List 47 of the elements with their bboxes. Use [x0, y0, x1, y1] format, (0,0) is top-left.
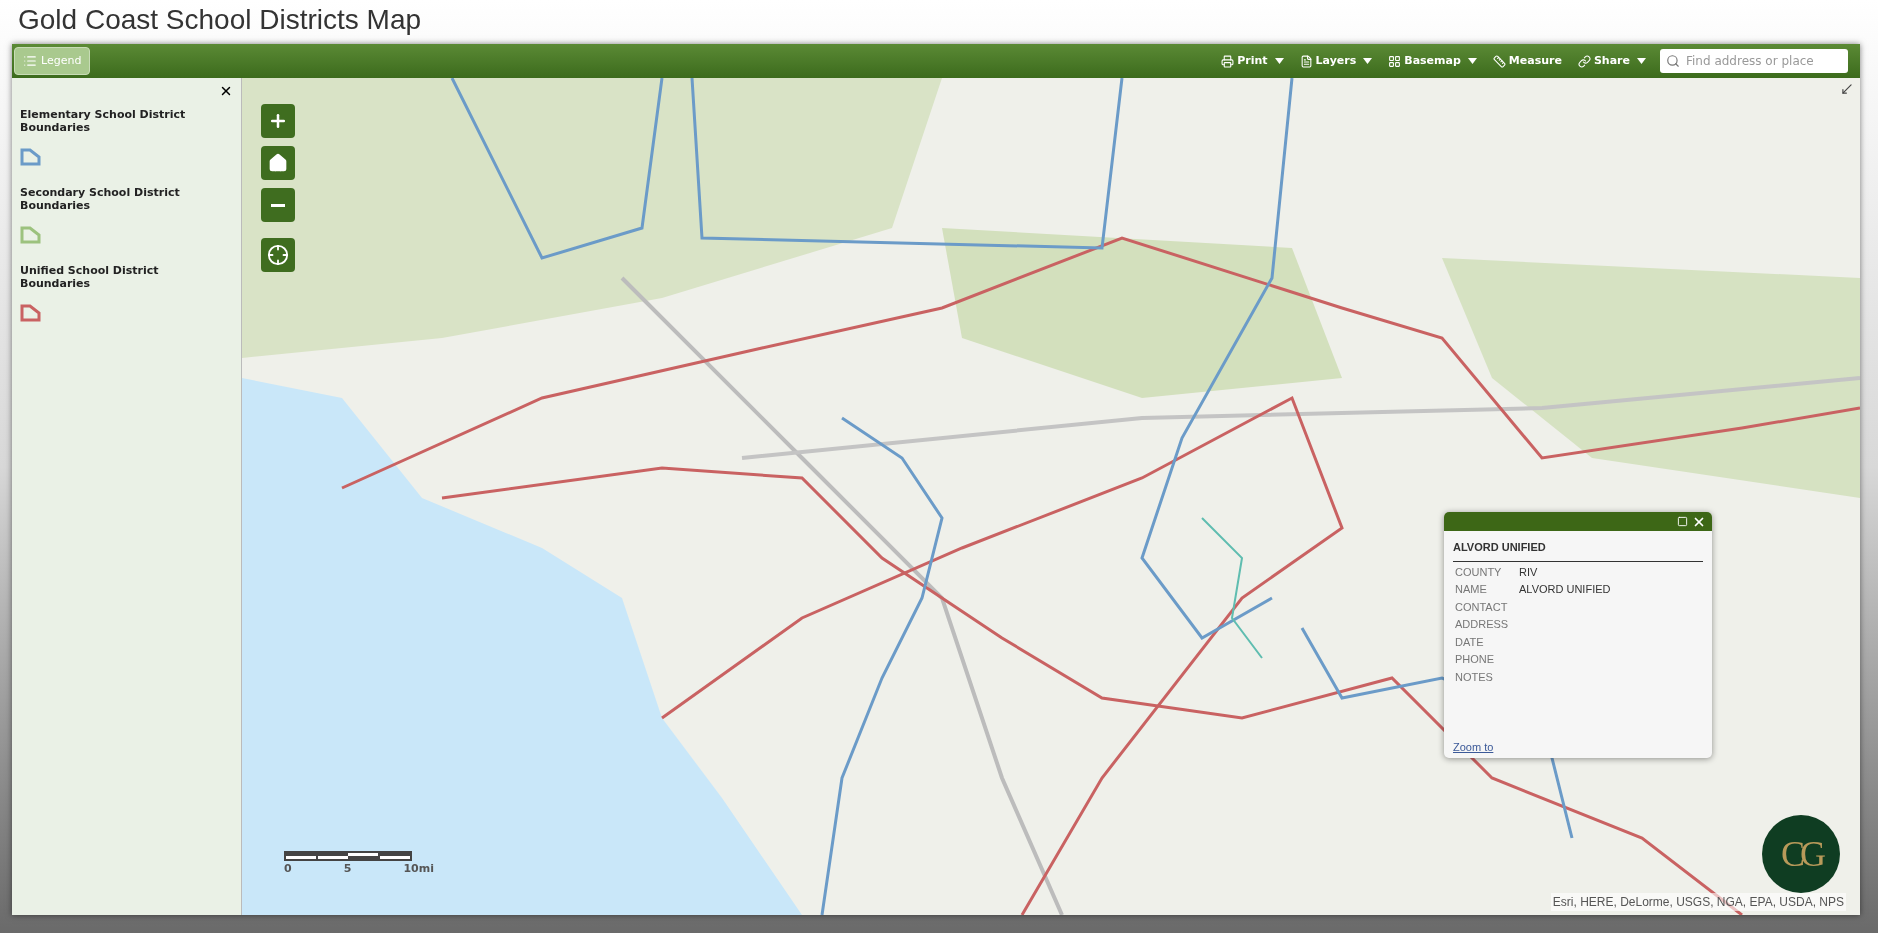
scale-label: 0	[284, 860, 292, 877]
popup-title: ALVORD UNIFIED	[1453, 539, 1703, 562]
search-field[interactable]: Find address or place	[1660, 49, 1848, 73]
toolbar-button[interactable]: Layers	[1291, 47, 1381, 75]
scale-label: 10mi	[403, 860, 434, 877]
caret-icon	[1637, 58, 1646, 64]
caret-icon	[1363, 58, 1373, 64]
home-button[interactable]	[261, 146, 295, 180]
legend-label: Unified School District Boundaries	[20, 264, 160, 290]
basemap-icon	[1388, 54, 1402, 68]
caret-icon	[1274, 58, 1284, 64]
field-label: NOTES	[1454, 669, 1494, 684]
expand-icon[interactable]	[1840, 82, 1854, 96]
home-icon	[268, 153, 288, 173]
layers-icon	[1299, 54, 1313, 68]
legend-label: Secondary School District Boundaries	[20, 186, 181, 212]
page-title: Gold Coast School Districts Map	[17, 3, 423, 37]
scale-label: 5	[343, 860, 352, 877]
maximize-icon[interactable]	[1677, 516, 1688, 527]
field-value: ALVORD UNIFIED	[1519, 582, 1611, 597]
attribution-text: Esri, HERE, DeLorme, USGS, NGA, EPA, USDA, NPS	[1550, 893, 1846, 911]
toolbar-button[interactable]: Basemap	[1380, 47, 1485, 75]
caret-icon	[1467, 58, 1477, 64]
crosshair-icon	[267, 244, 289, 266]
toolbar-button[interactable]: Print	[1213, 47, 1292, 75]
field-label: PHONE	[1454, 652, 1496, 667]
zoom-in-button[interactable]	[261, 104, 295, 138]
legend-label: Elementary School District Boundaries	[20, 108, 187, 134]
close-icon[interactable]	[219, 84, 233, 98]
field-label: ADDRESS	[1454, 617, 1510, 632]
field-label: DATE	[1454, 634, 1485, 649]
field-label: COUNTY	[1454, 564, 1503, 579]
zoom-out-button[interactable]	[261, 188, 295, 222]
toolbar-button[interactable]: Share	[1569, 47, 1654, 75]
field-label: CONTACT	[1454, 599, 1509, 614]
print-icon	[1221, 54, 1235, 68]
minus-icon	[271, 203, 285, 207]
field-label: NAME	[1454, 582, 1488, 597]
zoom-to-link[interactable]: Zoom to	[1453, 738, 1494, 755]
share-icon	[1577, 54, 1591, 68]
search-icon	[1666, 54, 1680, 68]
field-value: RIV	[1519, 564, 1538, 579]
plus-icon	[268, 111, 288, 131]
list-icon	[23, 54, 37, 68]
measure-icon	[1492, 54, 1506, 68]
toolbar-button[interactable]: Measure	[1484, 47, 1570, 75]
locate-button[interactable]	[261, 238, 295, 272]
